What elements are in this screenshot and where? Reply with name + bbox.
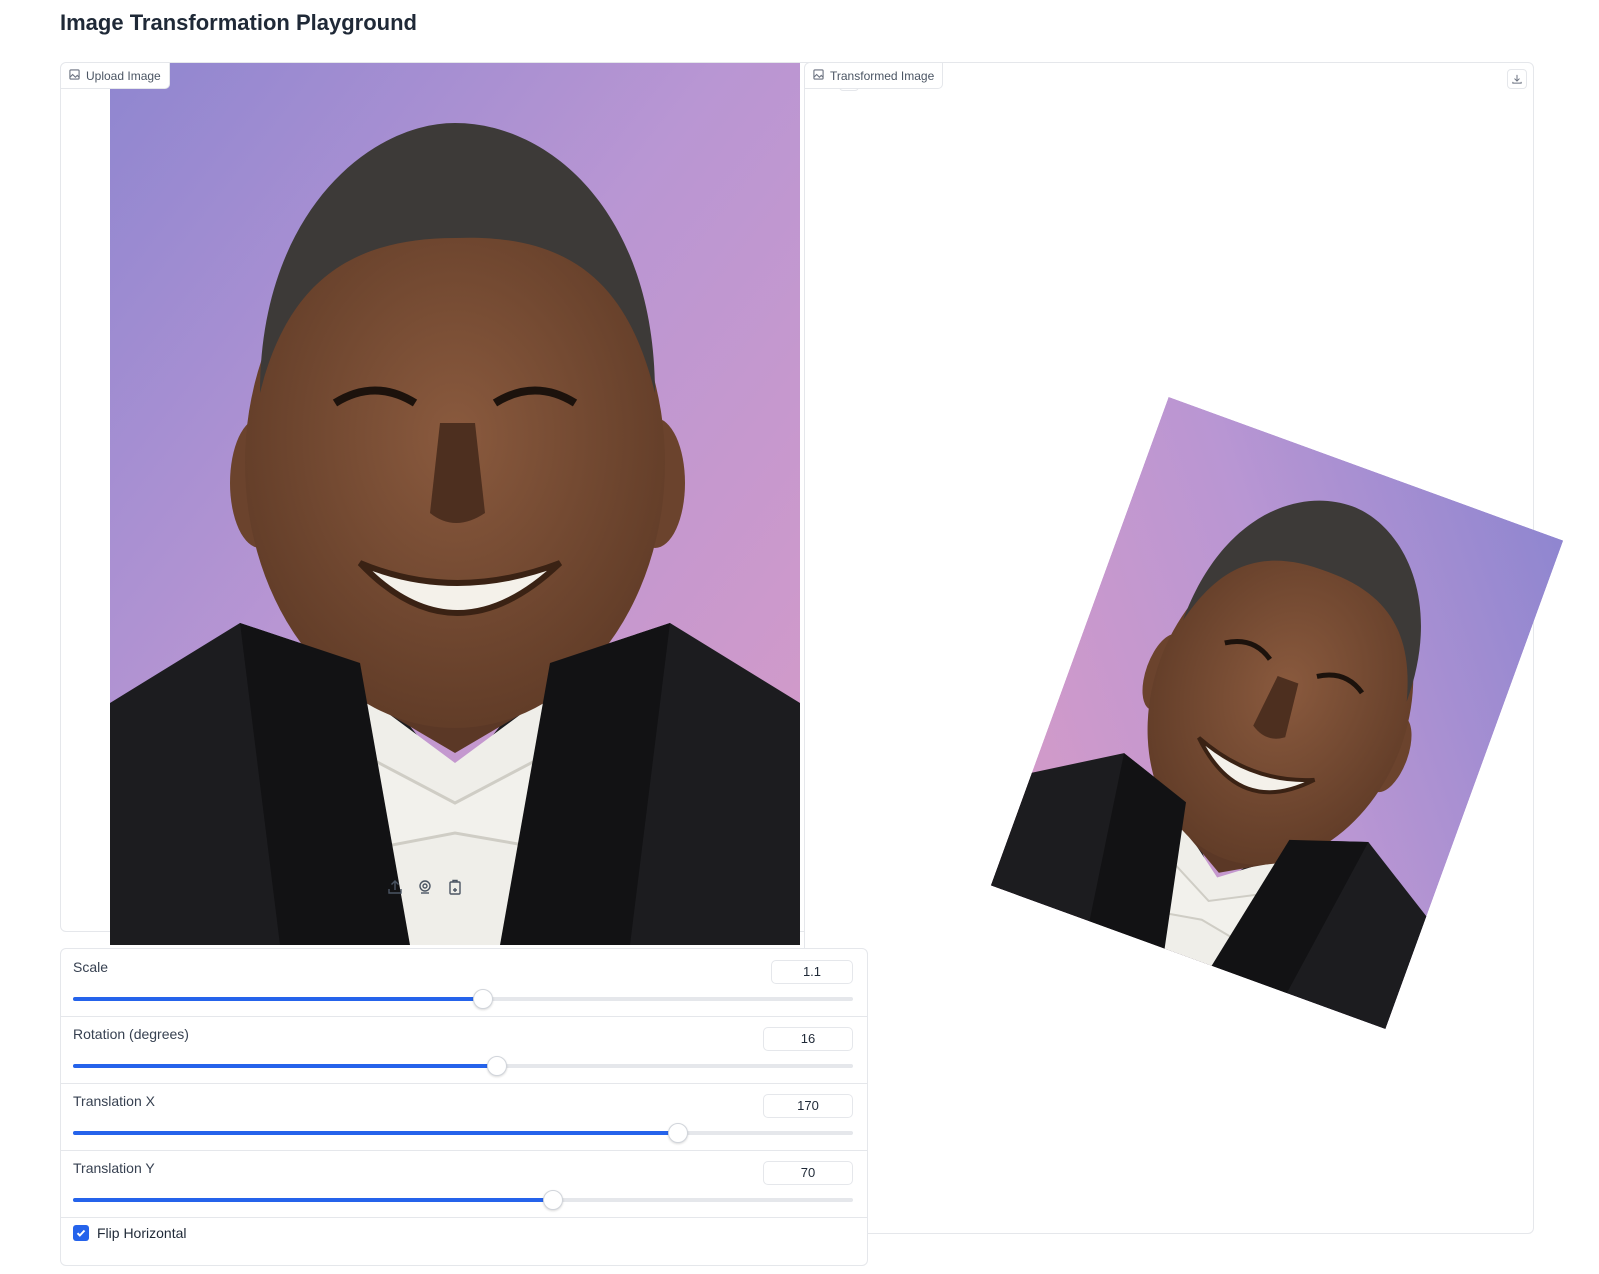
translation-x-slider-block: Translation X 170 (61, 1083, 867, 1151)
translation-y-slider[interactable] (73, 1190, 853, 1210)
upload-image-panel[interactable]: Upload Image × (60, 62, 868, 945)
translation-y-number-input[interactable]: 70 (763, 1161, 853, 1185)
image-icon (69, 68, 80, 83)
scale-label: Scale (73, 959, 109, 975)
scale-slider-fill (73, 997, 483, 1001)
transformed-image (990, 396, 1564, 1030)
transformed-image-panel: Transformed Image (804, 62, 1564, 1234)
translation-y-slider-block: Translation Y 70 (61, 1150, 867, 1218)
rotation-slider-block: Rotation (degrees) 16 (61, 1016, 867, 1084)
translation-x-number-input[interactable]: 170 (763, 1094, 853, 1118)
clipboard-icon[interactable] (447, 879, 463, 895)
upload-image-label-tab: Upload Image (61, 63, 170, 89)
translation-x-slider[interactable] (73, 1123, 853, 1143)
upload-image-label: Upload Image (86, 68, 161, 83)
translation-y-slider-fill (73, 1198, 553, 1202)
image-source-toolbar (387, 879, 463, 895)
image-icon (813, 68, 824, 83)
translation-x-slider-fill (73, 1131, 678, 1135)
scale-number-input[interactable]: 1.1 (771, 960, 853, 984)
flip-horizontal-row[interactable]: Flip Horizontal (73, 1225, 186, 1241)
download-icon (1512, 71, 1522, 87)
rotation-slider-fill (73, 1064, 497, 1068)
flip-horizontal-checkbox[interactable] (73, 1225, 89, 1241)
translation-x-slider-thumb[interactable] (667, 1123, 688, 1143)
upload-icon[interactable] (387, 879, 403, 895)
uploaded-image (110, 63, 800, 945)
scale-slider-thumb[interactable] (472, 989, 493, 1009)
rotation-slider[interactable] (73, 1056, 853, 1076)
translation-x-label: Translation X (73, 1093, 155, 1109)
scale-slider-block: Scale 1.1 (61, 949, 867, 1017)
webcam-icon[interactable] (417, 879, 433, 895)
download-button[interactable] (1507, 69, 1527, 89)
rotation-number-input[interactable]: 16 (763, 1027, 853, 1051)
scale-slider[interactable] (73, 989, 853, 1009)
page-title: Image Transformation Playground (60, 10, 417, 35)
transformed-image-label-tab: Transformed Image (805, 63, 944, 89)
translation-y-label: Translation Y (73, 1160, 155, 1176)
rotation-slider-thumb[interactable] (486, 1056, 507, 1076)
transformed-image-label: Transformed Image (830, 68, 935, 83)
translation-y-slider-thumb[interactable] (542, 1190, 563, 1210)
flip-horizontal-label: Flip Horizontal (97, 1225, 187, 1241)
transform-controls: Scale 1.1 Rotation (degrees) 16 Translat… (60, 948, 868, 1266)
rotation-label: Rotation (degrees) (73, 1026, 189, 1042)
